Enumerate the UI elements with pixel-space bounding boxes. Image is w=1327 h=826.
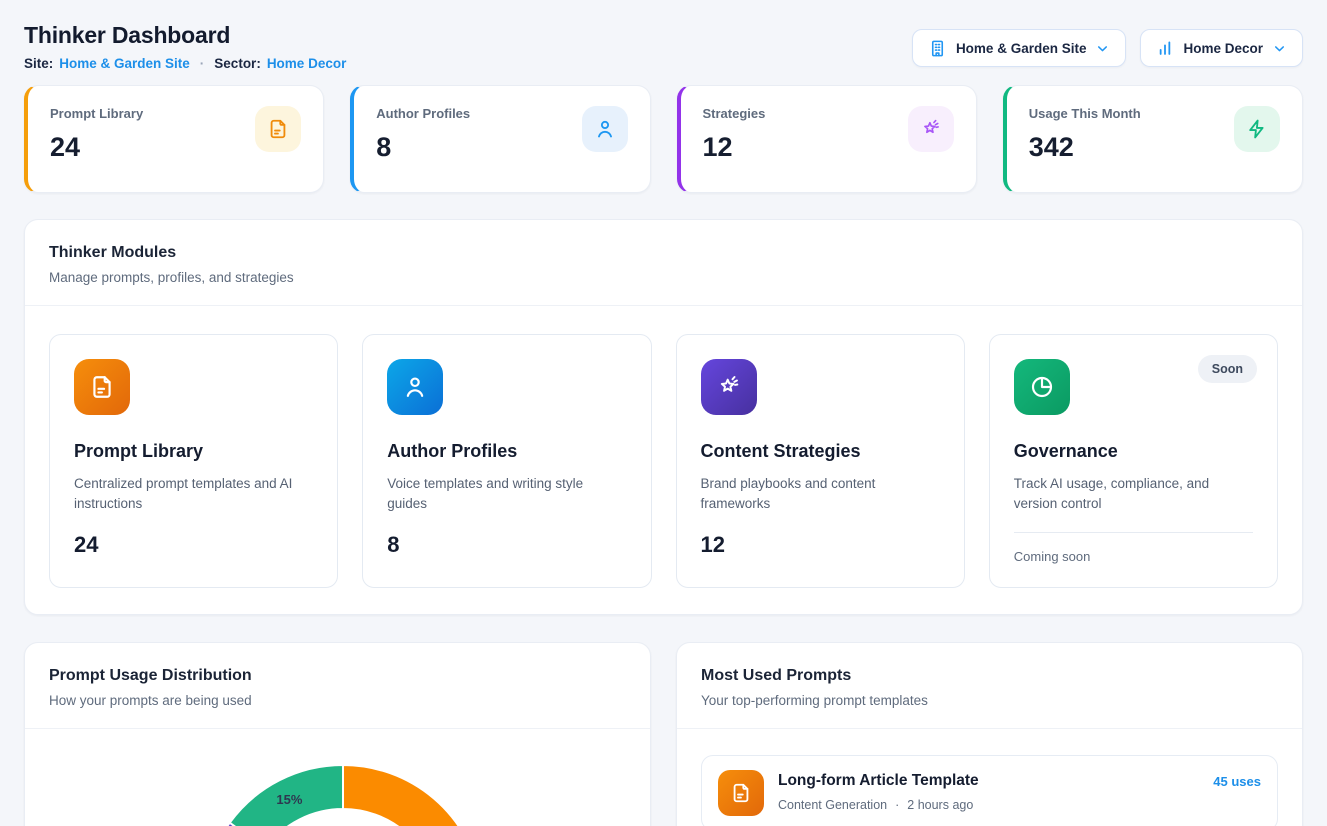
stat-card-strategies: Strategies 12	[677, 85, 977, 193]
module-description: Voice templates and writing style guides	[387, 474, 626, 514]
module-description: Brand playbooks and content frameworks	[701, 474, 940, 514]
sector-link[interactable]: Home Decor	[267, 56, 347, 71]
soon-badge: Soon	[1198, 355, 1257, 383]
chevron-down-icon	[1095, 41, 1110, 56]
chart-header: Prompt Usage Distribution How your promp…	[25, 643, 650, 729]
module-card-governance: Soon Governance Track AI usage, complian…	[989, 334, 1278, 588]
stat-text: Prompt Library 24	[50, 106, 143, 172]
module-title: Content Strategies	[701, 441, 940, 462]
page-title: Thinker Dashboard	[24, 22, 346, 49]
module-card-author-profiles[interactable]: Author Profiles Voice templates and writ…	[362, 334, 651, 588]
bar-chart-icon	[1156, 39, 1174, 57]
donut-segment-label: 15%	[276, 792, 302, 807]
modules-subtitle: Manage prompts, profiles, and strategies	[49, 270, 1278, 285]
pie-chart-icon	[1014, 359, 1070, 415]
stat-value: 12	[703, 132, 766, 163]
file-icon	[718, 770, 764, 816]
usage-donut-chart: 15%	[25, 729, 651, 826]
stat-text: Author Profiles 8	[376, 106, 470, 172]
module-title: Prompt Library	[74, 441, 313, 462]
stat-value: 342	[1029, 132, 1141, 163]
page-header: Thinker Dashboard Site: Home & Garden Si…	[24, 22, 1303, 71]
building-icon	[928, 39, 947, 58]
module-title: Governance	[1014, 441, 1253, 462]
modules-header: Thinker Modules Manage prompts, profiles…	[25, 220, 1302, 306]
stat-label: Usage This Month	[1029, 106, 1141, 121]
stat-value: 24	[50, 132, 143, 163]
prompt-item-uses-badge: 45 uses	[1213, 770, 1261, 789]
module-card-content-strategies[interactable]: Content Strategies Brand playbooks and c…	[676, 334, 965, 588]
file-icon	[255, 106, 301, 152]
meta-separator: ·	[895, 798, 899, 812]
module-count: 24	[74, 532, 313, 558]
prompt-item-time: 2 hours ago	[907, 798, 973, 812]
stat-text: Strategies 12	[703, 106, 766, 172]
stat-label: Author Profiles	[376, 106, 470, 121]
module-title: Author Profiles	[387, 441, 626, 462]
header-actions: Home & Garden Site Home Decor	[912, 29, 1303, 67]
site-selector-label: Home & Garden Site	[956, 41, 1087, 56]
breadcrumb: Site: Home & Garden Site · Sector: Home …	[24, 56, 346, 71]
stat-value: 8	[376, 132, 470, 163]
module-description: Centralized prompt templates and AI inst…	[74, 474, 313, 514]
segment-orange	[343, 765, 483, 826]
prompts-header: Most Used Prompts Your top-performing pr…	[677, 643, 1302, 729]
site-label: Site:	[24, 56, 53, 71]
star-sparkle-icon	[908, 106, 954, 152]
prompt-item-title: Long-form Article Template	[778, 772, 1199, 790]
file-icon	[74, 359, 130, 415]
prompt-list-item[interactable]: Long-form Article Template Content Gener…	[701, 755, 1278, 826]
sector-label: Sector:	[214, 56, 261, 71]
stat-text: Usage This Month 342	[1029, 106, 1141, 172]
stat-card-author-profiles: Author Profiles 8	[350, 85, 650, 193]
module-count: 8	[387, 532, 626, 558]
prompt-usage-panel: Prompt Usage Distribution How your promp…	[24, 642, 651, 826]
thinker-modules-section: Thinker Modules Manage prompts, profiles…	[24, 219, 1303, 615]
user-icon	[582, 106, 628, 152]
module-description: Track AI usage, compliance, and version …	[1014, 474, 1253, 514]
stats-row: Prompt Library 24 Author Profiles 8 Stra…	[24, 85, 1303, 193]
chart-title: Prompt Usage Distribution	[49, 667, 626, 685]
chart-subtitle: How your prompts are being used	[49, 693, 626, 708]
site-link[interactable]: Home & Garden Site	[59, 56, 190, 71]
user-icon	[387, 359, 443, 415]
zap-icon	[1234, 106, 1280, 152]
star-sparkle-icon	[701, 359, 757, 415]
prompt-item-text: Long-form Article Template Content Gener…	[778, 770, 1199, 812]
most-used-prompts-panel: Most Used Prompts Your top-performing pr…	[676, 642, 1303, 826]
header-left: Thinker Dashboard Site: Home & Garden Si…	[24, 22, 346, 71]
prompt-item-meta: Content Generation · 2 hours ago	[778, 798, 1199, 812]
breadcrumb-separator: ·	[200, 56, 205, 71]
site-selector-dropdown[interactable]: Home & Garden Site	[912, 29, 1127, 67]
stat-card-prompt-library: Prompt Library 24	[24, 85, 324, 193]
prompt-item-category: Content Generation	[778, 798, 887, 812]
modules-grid: Prompt Library Centralized prompt templa…	[25, 306, 1302, 614]
chevron-down-icon	[1272, 41, 1287, 56]
module-count: 12	[701, 532, 940, 558]
prompt-list: Long-form Article Template Content Gener…	[677, 729, 1302, 826]
sector-selector-dropdown[interactable]: Home Decor	[1140, 29, 1303, 67]
sector-selector-label: Home Decor	[1183, 41, 1263, 56]
stat-card-usage: Usage This Month 342	[1003, 85, 1303, 193]
dashboard-page: Thinker Dashboard Site: Home & Garden Si…	[0, 0, 1327, 826]
bottom-panels: Prompt Usage Distribution How your promp…	[24, 642, 1303, 826]
divider	[1014, 532, 1253, 533]
stat-label: Prompt Library	[50, 106, 143, 121]
module-card-prompt-library[interactable]: Prompt Library Centralized prompt templa…	[49, 334, 338, 588]
stat-label: Strategies	[703, 106, 766, 121]
prompts-title: Most Used Prompts	[701, 667, 1278, 685]
chart-body: 15%	[25, 729, 650, 826]
modules-title: Thinker Modules	[49, 244, 1278, 262]
prompts-subtitle: Your top-performing prompt templates	[701, 693, 1278, 708]
module-footer: Coming soon	[1014, 549, 1253, 564]
